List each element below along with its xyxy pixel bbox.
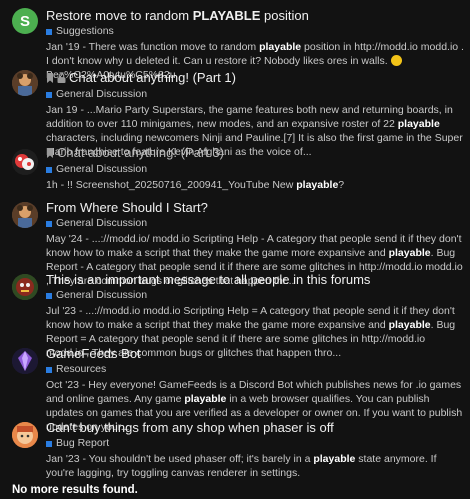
search-result-item[interactable]: Can't buy things from any shop when phas… bbox=[0, 420, 470, 480]
excerpt-highlight: playable bbox=[397, 118, 440, 130]
result-title[interactable]: Chat about anything! (Part 1) bbox=[46, 70, 464, 87]
result-title-text: From Where Should I Start? bbox=[46, 200, 208, 215]
avatar[interactable] bbox=[12, 149, 38, 175]
avatar[interactable] bbox=[12, 422, 38, 448]
bookmark-icon bbox=[46, 71, 54, 87]
category-badge[interactable]: Bug Report bbox=[46, 437, 464, 450]
avatar[interactable] bbox=[12, 70, 38, 96]
excerpt-highlight: playable bbox=[296, 179, 339, 191]
excerpt-highlight: playable bbox=[184, 393, 227, 405]
result-title[interactable]: Can't buy things from any shop when phas… bbox=[46, 420, 464, 436]
avatar-letter: S bbox=[19, 12, 30, 30]
avatar-image bbox=[12, 422, 38, 448]
result-title-text: Can't buy things from any shop when phas… bbox=[46, 420, 334, 435]
no-more-results-label: No more results found. bbox=[12, 484, 138, 496]
excerpt-highlight: playable bbox=[313, 453, 356, 465]
excerpt-highlight: playable bbox=[259, 41, 302, 53]
excerpt-text: Jan '19 - There was function move to ran… bbox=[46, 41, 260, 53]
result-title[interactable]: This is an important message to all peop… bbox=[46, 272, 464, 288]
avatar-image bbox=[12, 202, 38, 228]
search-result-item[interactable]: Chat about anything! (Part 3) General Di… bbox=[0, 145, 470, 192]
excerpt-text: 1h - !! Screenshot_20250716_200941_YouTu… bbox=[46, 179, 297, 191]
excerpt-text: Jan 19 - ...Mario Party Superstars, the … bbox=[46, 104, 453, 130]
category-label: General Discussion bbox=[56, 88, 148, 100]
result-title[interactable]: Restore move to random PLAYABLE position bbox=[46, 8, 464, 24]
excerpt-text: ? bbox=[338, 179, 345, 191]
avatar[interactable]: S bbox=[12, 8, 38, 34]
category-badge[interactable]: General Discussion bbox=[46, 217, 464, 230]
excerpt-highlight: playable bbox=[388, 319, 431, 331]
avatar[interactable] bbox=[12, 274, 38, 300]
excerpt-text: Jan '23 - You shouldn't be used phaser o… bbox=[46, 453, 314, 465]
category-color-square bbox=[46, 440, 52, 447]
result-excerpt: Jan '23 - You shouldn't be used phaser o… bbox=[46, 452, 464, 480]
result-title[interactable]: From Where Should I Start? bbox=[46, 200, 464, 216]
category-color-square bbox=[46, 166, 52, 173]
result-title-text: GameFeeds Bot bbox=[46, 346, 141, 361]
lock-icon bbox=[57, 71, 66, 87]
avatar-image bbox=[12, 348, 38, 374]
result-title-text: position bbox=[260, 8, 309, 23]
category-label: Bug Report bbox=[56, 437, 110, 449]
category-label: General Discussion bbox=[56, 163, 148, 175]
bookmark-icon bbox=[46, 146, 54, 162]
result-title-text: This is an important message to all peop… bbox=[46, 272, 371, 287]
category-badge[interactable]: Resources bbox=[46, 363, 464, 376]
category-label: Suggestions bbox=[56, 25, 114, 37]
category-label: Resources bbox=[56, 363, 107, 375]
avatar[interactable] bbox=[12, 348, 38, 374]
category-badge[interactable]: General Discussion bbox=[46, 88, 464, 101]
result-title-text: Chat about anything! (Part 1) bbox=[69, 70, 236, 85]
category-badge[interactable]: Suggestions bbox=[46, 25, 464, 38]
confused-face-emoji-icon bbox=[390, 55, 402, 66]
category-badge[interactable]: General Discussion bbox=[46, 163, 464, 176]
category-color-square bbox=[46, 91, 52, 98]
result-title-text: Chat about anything! (Part 3) bbox=[57, 145, 224, 160]
avatar-image bbox=[12, 149, 38, 175]
category-color-square bbox=[46, 28, 52, 35]
result-title[interactable]: Chat about anything! (Part 3) bbox=[46, 145, 464, 162]
result-title-text: Restore move to random bbox=[46, 8, 193, 23]
category-label: General Discussion bbox=[56, 217, 148, 229]
category-label: General Discussion bbox=[56, 289, 148, 301]
avatar-image bbox=[12, 274, 38, 300]
category-color-square bbox=[46, 292, 52, 299]
category-color-square bbox=[46, 220, 52, 227]
avatar-image bbox=[12, 70, 38, 96]
avatar[interactable] bbox=[12, 202, 38, 228]
result-title[interactable]: GameFeeds Bot bbox=[46, 346, 464, 362]
excerpt-highlight: playable bbox=[388, 247, 431, 259]
result-title-highlight: PLAYABLE bbox=[192, 8, 261, 23]
result-excerpt: 1h - !! Screenshot_20250716_200941_YouTu… bbox=[46, 178, 464, 192]
category-color-square bbox=[46, 366, 52, 373]
category-badge[interactable]: General Discussion bbox=[46, 289, 464, 302]
